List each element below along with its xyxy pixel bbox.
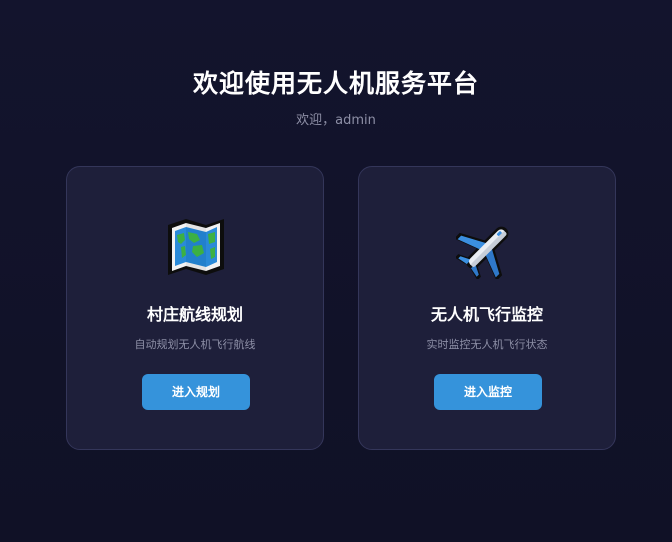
route-planning-card: 村庄航线规划 自动规划无人机飞行航线 进入规划 bbox=[66, 166, 324, 450]
airplane-icon bbox=[454, 215, 520, 281]
enter-planning-button[interactable]: 进入规划 bbox=[142, 374, 250, 410]
page-title: 欢迎使用无人机服务平台 bbox=[192, 69, 479, 98]
flight-monitoring-card: 无人机飞行监控 实时监控无人机飞行状态 进入监控 bbox=[358, 166, 616, 450]
route-planning-title: 村庄航线规划 bbox=[146, 305, 243, 324]
world-map-icon bbox=[164, 215, 228, 279]
route-planning-description: 自动规划无人机飞行航线 bbox=[134, 338, 256, 351]
enter-monitoring-button[interactable]: 进入监控 bbox=[434, 374, 542, 410]
flight-monitoring-description: 实时监控无人机飞行状态 bbox=[426, 338, 548, 351]
flight-monitoring-title: 无人机飞行监控 bbox=[430, 305, 543, 324]
page: 欢迎使用无人机服务平台 欢迎，admin 村庄航线规划 自动规划无人机飞行航线 … bbox=[0, 0, 672, 542]
welcome-text: 欢迎，admin bbox=[296, 113, 376, 128]
